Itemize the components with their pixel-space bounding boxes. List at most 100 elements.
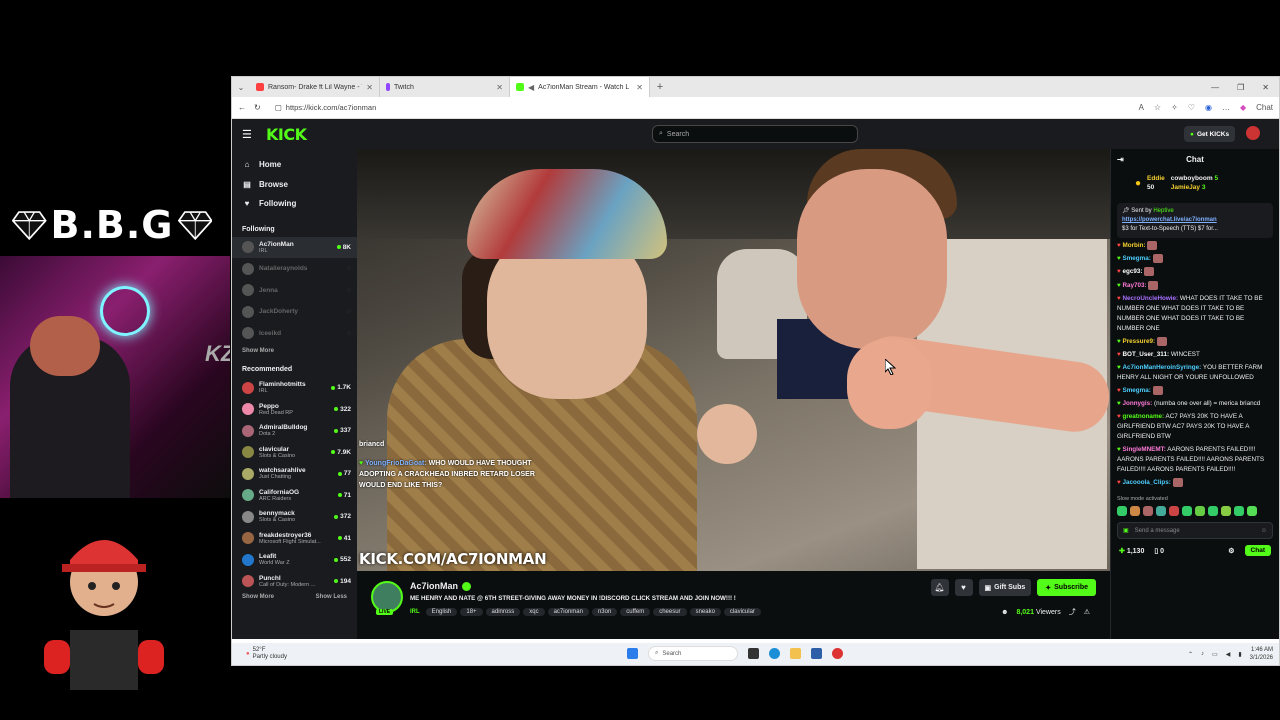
subscribe-button[interactable]: ✦ Subscribe bbox=[1037, 579, 1096, 596]
channel-item[interactable]: CaliforniaOG ARC Raiders 71 bbox=[232, 485, 357, 507]
tab-twitch[interactable]: Twitch ✕ bbox=[380, 77, 510, 97]
emote-icon[interactable] bbox=[1208, 506, 1218, 517]
chat-username[interactable]: Ac7ionManHeroinSyringe: bbox=[1123, 364, 1202, 371]
chat-username[interactable]: Morbin: bbox=[1123, 242, 1146, 249]
edge-icon[interactable] bbox=[769, 648, 780, 659]
stream-tag[interactable]: 18+ bbox=[460, 608, 483, 616]
emote-icon[interactable] bbox=[1130, 506, 1140, 517]
close-icon[interactable]: ✕ bbox=[496, 83, 503, 92]
gift-subs-button[interactable]: ▣ Gift Subs bbox=[978, 579, 1032, 596]
channel-item[interactable]: PunchI Call of Duty: Modern ... 194 bbox=[232, 571, 357, 593]
share-icon[interactable]: ⤴ bbox=[1069, 607, 1076, 617]
chat-username[interactable]: Ray703: bbox=[1123, 282, 1147, 289]
emoji-icon[interactable]: ☺ bbox=[1261, 528, 1267, 534]
store-icon[interactable] bbox=[811, 648, 822, 659]
network-icon[interactable]: ▭ bbox=[1212, 651, 1218, 658]
channel-item[interactable]: Natalieraynolds ◌ bbox=[232, 258, 357, 280]
channel-item[interactable]: JackDoherty ◌ bbox=[232, 301, 357, 323]
clock[interactable]: 1:46 AM 3/1/2026 bbox=[1250, 646, 1273, 662]
channel-item[interactable]: clavicular Slots & Casino 7.9K bbox=[232, 442, 357, 464]
show-more-button[interactable]: Show More bbox=[242, 594, 274, 600]
channel-item[interactable]: Leafit World War Z 552 bbox=[232, 549, 357, 571]
chat-input[interactable]: ▣ Send a message ☺ bbox=[1117, 522, 1273, 540]
weather-widget[interactable]: ● 52°F Partly cloudy bbox=[232, 647, 287, 661]
volume-icon[interactable]: ◀ bbox=[1226, 651, 1231, 658]
points-display[interactable]: ✚ 1,130 bbox=[1119, 547, 1144, 555]
browser-chat-label[interactable]: Chat bbox=[1256, 103, 1273, 112]
nav-home[interactable]: ⌂ Home bbox=[232, 155, 357, 175]
profile-icon[interactable]: ◉ bbox=[1205, 103, 1212, 112]
chat-username[interactable]: Smegma: bbox=[1123, 255, 1151, 262]
emote-icon[interactable] bbox=[1156, 506, 1166, 517]
channel-item[interactable]: AdmiralBulldog Dota 2 337 bbox=[232, 420, 357, 442]
start-icon[interactable] bbox=[627, 648, 638, 659]
report-icon[interactable]: ⚠ bbox=[1084, 608, 1090, 616]
emote-icon[interactable] bbox=[1195, 506, 1205, 517]
back-icon[interactable]: ← bbox=[238, 103, 246, 112]
collapse-chat-icon[interactable]: ⇥ bbox=[1117, 155, 1124, 164]
emote-icon[interactable] bbox=[1117, 506, 1127, 517]
app-icon[interactable] bbox=[832, 648, 843, 659]
pinned-link[interactable]: https://powerchat.live/ac7ionman bbox=[1122, 217, 1217, 223]
video-player[interactable]: briancd ♥ YoungFrioDaGoat: WHO WOULD HAV… bbox=[357, 149, 1110, 571]
chat-username[interactable]: Pressure9: bbox=[1123, 338, 1156, 345]
minimize-icon[interactable]: — bbox=[1211, 83, 1219, 92]
tab-list-icon[interactable]: ⌄ bbox=[232, 83, 250, 92]
chat-username[interactable]: Jonnygis: bbox=[1123, 400, 1153, 407]
search-input[interactable]: ⌕ Search bbox=[652, 125, 858, 143]
chat-username[interactable]: SingleMNEMT: bbox=[1123, 446, 1166, 453]
tab-youtube[interactable]: Ransom- Drake ft Lil Wayne - You ✕ bbox=[250, 77, 380, 97]
stream-tag[interactable]: cuffem bbox=[620, 608, 651, 616]
emote-icon[interactable] bbox=[1234, 506, 1244, 517]
chat-username[interactable]: BOT_User_311: bbox=[1123, 351, 1170, 358]
emote-icon[interactable] bbox=[1182, 506, 1192, 517]
taskbar-search[interactable]: ⌕ Search bbox=[648, 646, 738, 661]
chat-username[interactable]: greatnoname: bbox=[1123, 413, 1165, 420]
file-explorer-icon[interactable] bbox=[790, 648, 801, 659]
kicks-display[interactable]: ▯ 0 bbox=[1154, 547, 1164, 555]
close-icon[interactable]: ✕ bbox=[636, 83, 643, 92]
heart-icon[interactable]: ♥ bbox=[954, 579, 973, 596]
stream-tag[interactable]: cheesur bbox=[653, 608, 687, 616]
channel-item[interactable]: Peppo Red Dead RP 322 bbox=[232, 399, 357, 421]
channel-item[interactable]: Ac7ionMan IRL 8K bbox=[232, 236, 357, 258]
bell-icon[interactable]: 🔔︎ bbox=[930, 579, 949, 596]
extensions-icon[interactable]: ✧ bbox=[1171, 103, 1178, 112]
chat-username[interactable]: Smegma: bbox=[1123, 387, 1151, 394]
stream-tag[interactable]: English bbox=[425, 608, 458, 616]
favorites-icon[interactable]: ♡ bbox=[1188, 103, 1195, 112]
chat-username[interactable]: NecroUncleHowie: bbox=[1123, 295, 1179, 302]
more-icon[interactable]: … bbox=[1222, 103, 1230, 112]
emote-icon[interactable] bbox=[1169, 506, 1179, 517]
nav-browse[interactable]: ▤ Browse bbox=[232, 175, 357, 195]
channel-item[interactable]: Jenna ◌ bbox=[232, 280, 357, 302]
emote-icon[interactable] bbox=[1247, 506, 1257, 517]
kick-logo[interactable]: KICK bbox=[266, 125, 307, 144]
tab-kick[interactable]: ◀ Ac7ionMan Stream - Watch L ✕ bbox=[510, 77, 650, 97]
show-less-button[interactable]: Show Less bbox=[316, 594, 347, 600]
address-bar[interactable]: ▢ https://kick.com/ac7ionman bbox=[269, 100, 1131, 116]
copilot-icon[interactable]: ◆ bbox=[1240, 103, 1246, 112]
stream-tag[interactable]: adinross bbox=[485, 608, 521, 616]
stream-category[interactable]: IRL bbox=[410, 609, 420, 615]
stream-tag[interactable]: sneako bbox=[689, 608, 721, 616]
stream-tag[interactable]: xqc bbox=[523, 608, 545, 616]
nav-following[interactable]: ♥ Following bbox=[232, 194, 357, 214]
chevron-up-icon[interactable]: ⌃ bbox=[1188, 651, 1193, 658]
streamer-name[interactable]: Ac7ionMan bbox=[410, 581, 458, 591]
maximize-icon[interactable]: ❐ bbox=[1237, 83, 1244, 92]
refresh-icon[interactable]: ↻ bbox=[254, 103, 261, 112]
channel-item[interactable]: watchsarahlive Just Chatting 77 bbox=[232, 463, 357, 485]
channel-item[interactable]: Iceeikd ◌ bbox=[232, 323, 357, 345]
menu-icon[interactable]: ☰ bbox=[242, 128, 262, 141]
user-avatar[interactable] bbox=[1246, 126, 1260, 140]
close-window-icon[interactable]: ✕ bbox=[1262, 83, 1269, 92]
stream-tag[interactable]: ac7ionman bbox=[547, 608, 589, 616]
close-icon[interactable]: ✕ bbox=[366, 83, 373, 92]
task-view-icon[interactable] bbox=[748, 648, 759, 659]
chat-username[interactable]: egc93: bbox=[1123, 269, 1143, 276]
mic-icon[interactable]: ♪ bbox=[1201, 651, 1204, 657]
new-tab-button[interactable]: + bbox=[650, 81, 670, 93]
settings-icon[interactable]: ⚙ bbox=[1228, 547, 1234, 555]
read-aloud-icon[interactable]: A bbox=[1139, 103, 1144, 112]
